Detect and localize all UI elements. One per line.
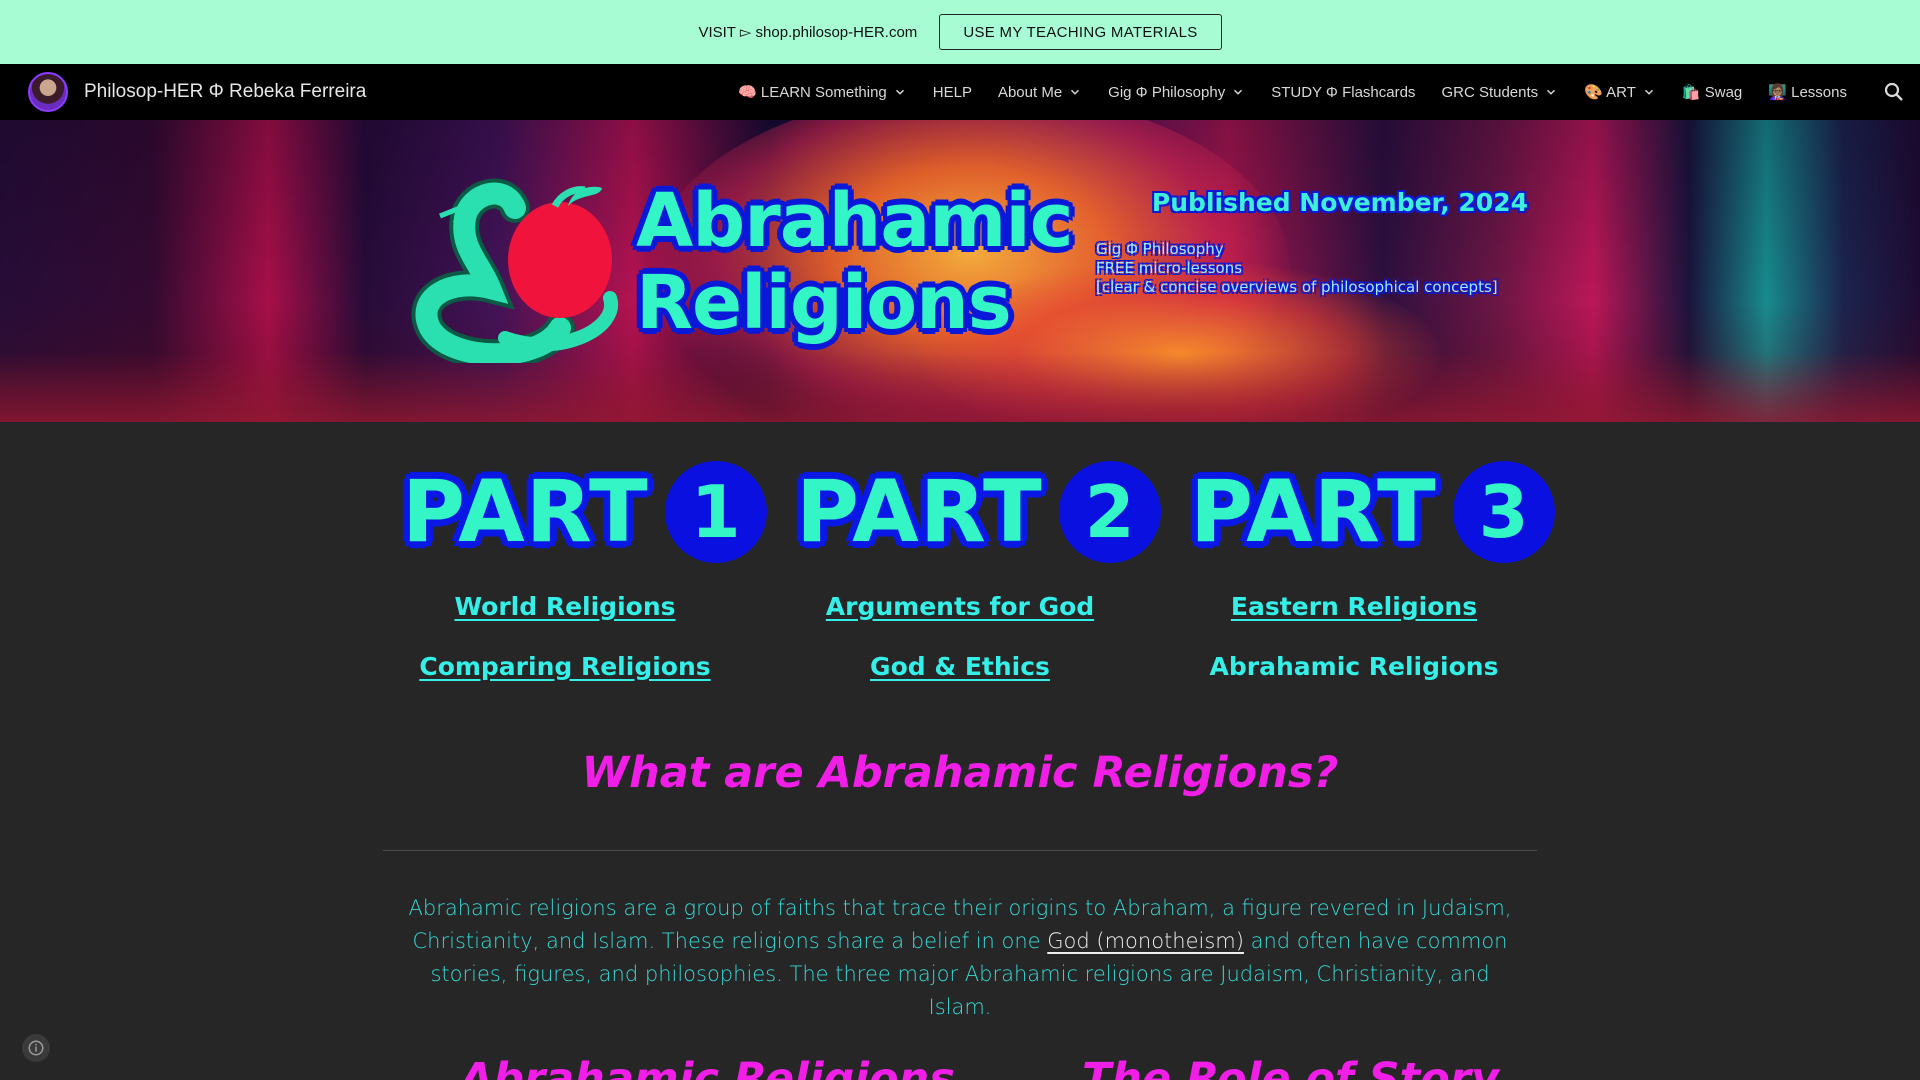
intro-paragraph: Abrahamic religions are a group of faith…	[400, 892, 1520, 1024]
teaching-materials-button[interactable]: USE MY TEACHING MATERIALS	[939, 14, 1222, 50]
nav-item-label: 🎨 ART	[1584, 84, 1636, 101]
section-heading: What are Abrahamic Religions?	[581, 748, 1339, 798]
nav-item-art[interactable]: 🎨 ART	[1571, 64, 1669, 120]
nav-item-label: 🛍️ Swag	[1681, 84, 1743, 101]
link-comparing-religions[interactable]: Comparing Religions	[365, 652, 765, 681]
nav-item-label: STUDY Φ Flashcards	[1271, 83, 1416, 101]
nav-item-swag[interactable]: 🛍️ Swag	[1669, 64, 1755, 120]
link-world-religions[interactable]: World Religions	[365, 592, 765, 621]
info-icon[interactable]	[22, 1034, 50, 1062]
hero-title-line: Abrahamic	[636, 178, 1074, 264]
nav-item-study-flashcards[interactable]: STUDY Φ Flashcards	[1258, 64, 1428, 120]
nav-item-label: GRC Students	[1441, 83, 1539, 101]
hero-subtitle: Gig Φ Philosophy FREE micro-lessons [cle…	[1096, 240, 1498, 297]
subheading-role-of-story: The Role of Story	[1082, 1054, 1499, 1080]
subheading-abrahamic-religions: Abrahamic Religions	[460, 1054, 955, 1080]
chevron-down-icon[interactable]	[893, 85, 907, 99]
chevron-down-icon[interactable]	[1231, 85, 1245, 99]
main-nav: 🧠 LEARN Something HELP About Me Gig Φ Ph…	[725, 64, 1860, 120]
part-2-heading: PART 2	[796, 460, 1161, 564]
nav-item-grc-students[interactable]: GRC Students	[1428, 64, 1571, 120]
chevron-down-icon[interactable]	[1642, 85, 1656, 99]
nav-item-label: 🧠 LEARN Something	[738, 84, 887, 101]
nav-item-label: HELP	[932, 83, 972, 101]
part-1-heading: PART 1	[402, 460, 767, 564]
part-number: 2	[1058, 461, 1161, 563]
link-arguments-for-god[interactable]: Arguments for God	[760, 592, 1160, 621]
nav-item-learn[interactable]: 🧠 LEARN Something	[725, 64, 920, 120]
hero-subtitle-line: [clear & concise overviews of philosophi…	[1096, 278, 1498, 296]
hero-subtitle-line: FREE micro-lessons	[1096, 259, 1243, 277]
nav-item-about-me[interactable]: About Me	[985, 64, 1095, 120]
part-number: 1	[664, 461, 767, 563]
divider	[383, 850, 1537, 851]
snake-apple-logo	[411, 178, 619, 363]
announcement-text: VISIT ▻ shop.philosop-HER.com	[698, 24, 918, 41]
nav-item-gig-philosophy[interactable]: Gig Φ Philosophy	[1095, 64, 1258, 120]
current-page-label: Abrahamic Religions	[1209, 652, 1499, 681]
site-title[interactable]: Philosop-HER Φ Rebeka Ferreira	[84, 64, 366, 120]
announcement-bar: VISIT ▻ shop.philosop-HER.com USE MY TEA…	[0, 0, 1920, 64]
chevron-down-icon[interactable]	[1544, 85, 1558, 99]
avatar[interactable]	[28, 72, 68, 112]
search-icon[interactable]	[1882, 80, 1906, 104]
nav-item-label: Gig Φ Philosophy	[1108, 83, 1226, 101]
nav-item-label: 👩🏽‍🏫 Lessons	[1768, 84, 1847, 101]
nav-item-lessons[interactable]: 👩🏽‍🏫 Lessons	[1755, 64, 1860, 120]
link-god-monotheism[interactable]: God (monotheism)	[1047, 929, 1244, 953]
part-word: PART	[402, 462, 649, 562]
link-god-and-ethics[interactable]: God & Ethics	[760, 652, 1160, 681]
chevron-down-icon[interactable]	[1068, 85, 1082, 99]
link-eastern-religions[interactable]: Eastern Religions	[1154, 592, 1554, 621]
nav-item-label: About Me	[997, 83, 1063, 101]
part-3-heading: PART 3	[1190, 460, 1555, 564]
hero-title-line: Religions	[636, 260, 1012, 346]
info-glyph	[28, 1040, 44, 1056]
published-date: Published November, 2024	[1151, 188, 1528, 217]
hero-floor	[0, 352, 1920, 422]
hero-subtitle-line: Gig Φ Philosophy	[1096, 240, 1224, 258]
part-word: PART	[1190, 462, 1437, 562]
site-header: Philosop-HER Φ Rebeka Ferreira 🧠 LEARN S…	[0, 64, 1920, 120]
part-word: PART	[796, 462, 1043, 562]
hero-title: Abrahamic Religions	[636, 178, 1074, 346]
nav-item-help[interactable]: HELP	[920, 64, 985, 120]
part-number: 3	[1452, 461, 1555, 563]
